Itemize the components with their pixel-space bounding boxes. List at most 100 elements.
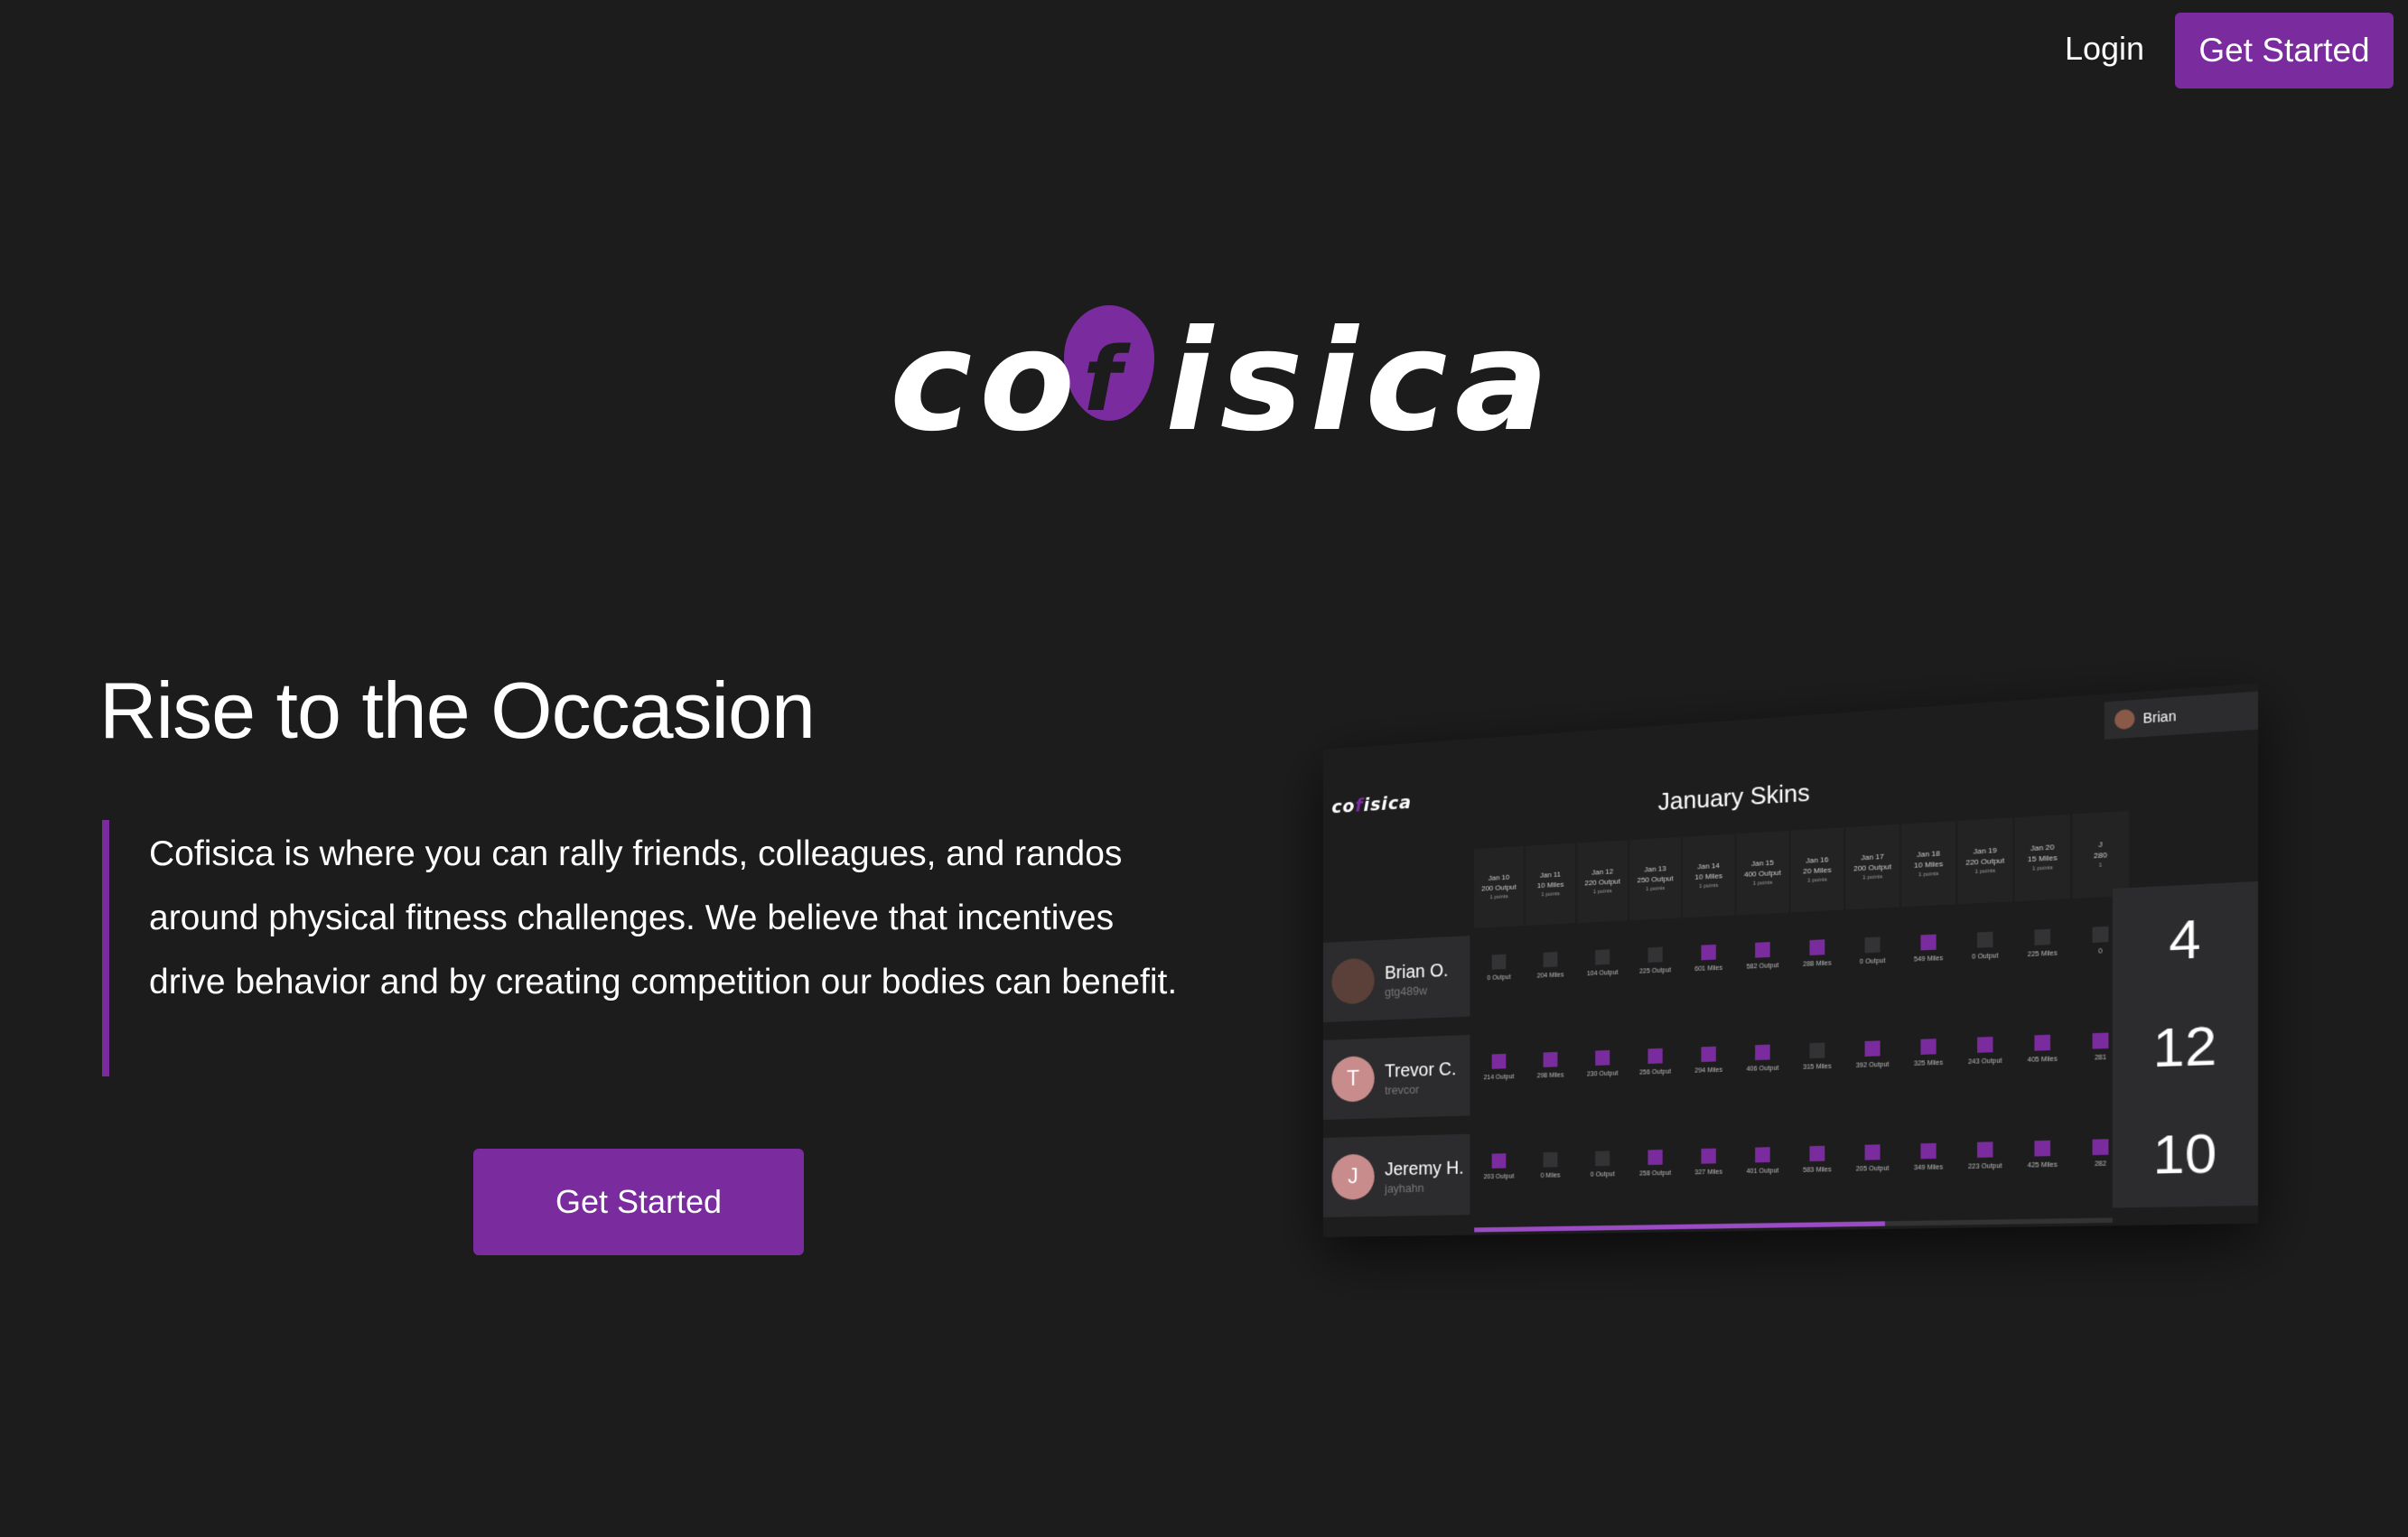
day-result-label: 288 Miles xyxy=(1803,960,1832,969)
preview-day-cell: 325 Miles xyxy=(1901,1038,1955,1067)
day-result-label: 401 Output xyxy=(1746,1168,1779,1176)
preview-day-cell: 601 Miles xyxy=(1683,944,1734,973)
preview-column-header: Jan 20 15 Miles 1 points xyxy=(2014,814,2071,902)
day-won-marker xyxy=(1755,1147,1770,1163)
preview-participant-cells: 203 Output 0 Miles 0 Output 258 Output 327 M… xyxy=(1474,1139,2129,1181)
day-won-marker xyxy=(1977,1141,1993,1158)
day-missed-marker xyxy=(2034,928,2051,945)
preview-column-header: Jan 11 10 Miles 1 points xyxy=(1525,843,1576,926)
day-result-label: 315 Miles xyxy=(1803,1063,1832,1071)
preview-day-cell: 225 Output xyxy=(1629,946,1681,976)
preview-user-avatar xyxy=(2114,708,2135,731)
avatar xyxy=(1331,957,1375,1005)
preview-participant-row: J Jeremy H. jayhahn 203 Output 0 Miles 0 Outp… xyxy=(1323,1097,2259,1217)
participant-score: 4 xyxy=(2112,880,2259,995)
login-link[interactable]: Login xyxy=(2037,25,2172,72)
day-missed-marker xyxy=(1543,1151,1558,1168)
day-result-label: 214 Output xyxy=(1483,1074,1515,1082)
preview-day-cell: 583 Miles xyxy=(1791,1145,1844,1174)
preview-participant: J Jeremy H. jayhahn xyxy=(1323,1133,1470,1217)
preview-day-cell: 104 Output xyxy=(1577,948,1628,977)
day-missed-marker xyxy=(1595,1150,1610,1167)
day-result-label: 327 Miles xyxy=(1694,1169,1723,1177)
day-result-label: 0 xyxy=(2098,948,2103,955)
day-result-label: 281 xyxy=(2094,1054,2107,1062)
day-result-label: 258 Output xyxy=(1639,1169,1672,1178)
day-won-marker xyxy=(1809,1145,1825,1162)
day-won-marker xyxy=(1864,1040,1881,1057)
avatar: J xyxy=(1331,1153,1375,1200)
preview-day-cell: 0 Output xyxy=(1577,1150,1628,1178)
day-result-label: 204 Miles xyxy=(1536,972,1564,980)
day-won-marker xyxy=(1920,934,1937,951)
day-result-label: 325 Miles xyxy=(1913,1059,1944,1068)
day-missed-marker xyxy=(2092,926,2109,943)
day-result-label: 205 Output xyxy=(1855,1165,1890,1173)
day-result-label: 405 Miles xyxy=(2027,1056,2058,1065)
preview-column-date: J xyxy=(2098,840,2103,850)
day-result-label: 392 Output xyxy=(1855,1061,1890,1070)
preview-day-cell: 204 Miles xyxy=(1526,951,1575,980)
participant-score: 10 xyxy=(2112,1097,2259,1208)
preview-challenge-title: January Skins xyxy=(1657,778,1810,816)
preview-logo-right: isica xyxy=(1363,790,1412,816)
day-result-label: 0 Output xyxy=(1590,1171,1615,1178)
preview-column-header: Jan 12 220 Output 1 points xyxy=(1577,840,1629,924)
day-result-label: 203 Output xyxy=(1483,1173,1515,1181)
participant-handle: trevcor xyxy=(1385,1082,1420,1097)
day-missed-marker xyxy=(1809,1042,1825,1059)
day-won-marker xyxy=(2034,1140,2051,1157)
preview-day-cell: 405 Miles xyxy=(2014,1034,2070,1064)
preview-column-header: Jan 19 220 Output 1 points xyxy=(1957,817,2013,905)
day-missed-marker xyxy=(1595,949,1610,965)
preview-participant-cells: 0 Output 204 Miles 104 Output 225 Output 601… xyxy=(1474,926,2129,983)
day-won-marker xyxy=(1701,1046,1716,1063)
participant-handle: gtg489w xyxy=(1385,983,1428,999)
day-won-marker xyxy=(2034,1034,2051,1051)
participant-score: 12 xyxy=(2112,989,2259,1102)
day-missed-marker xyxy=(1864,936,1881,954)
day-won-marker xyxy=(2092,1139,2109,1156)
preview-column-points: 1 points xyxy=(1974,868,1996,875)
logo-wordmark: co isica xyxy=(890,312,1556,452)
day-result-label: 243 Output xyxy=(1967,1057,2002,1067)
day-result-label: 601 Miles xyxy=(1694,964,1723,973)
day-won-marker xyxy=(1920,1039,1937,1055)
nav-get-started-button[interactable]: Get Started xyxy=(2175,13,2394,88)
hero-get-started-button[interactable]: Get Started xyxy=(473,1149,804,1255)
preview-day-cell: 298 Miles xyxy=(1526,1051,1575,1080)
preview-day-cell: 0 Output xyxy=(1845,936,1899,966)
preview-column-points: 1 points xyxy=(1862,873,1883,881)
participant-name: Jeremy H. xyxy=(1385,1157,1464,1180)
preview-day-cell: 0 Output xyxy=(1957,931,2012,962)
day-result-label: 0 Output xyxy=(1487,973,1511,983)
day-result-label: 406 Output xyxy=(1746,1065,1779,1073)
hero-description: Cofisica is where you can rally friends,… xyxy=(149,834,1178,1001)
preview-day-cell: 425 Miles xyxy=(2014,1140,2070,1169)
day-result-label: 425 Miles xyxy=(2027,1161,2058,1169)
preview-participant: Brian O. gtg489w xyxy=(1323,936,1470,1022)
preview-day-cell: 349 Miles xyxy=(1901,1142,1955,1171)
preview-day-cell: 549 Miles xyxy=(1901,934,1955,964)
day-missed-marker xyxy=(1647,946,1663,963)
day-won-marker xyxy=(1491,1153,1507,1169)
day-missed-marker xyxy=(1977,931,1993,948)
preview-day-cell: 327 Miles xyxy=(1683,1148,1734,1177)
preview-column-points: 1 points xyxy=(2031,864,2053,872)
day-won-marker xyxy=(2092,1032,2109,1049)
preview-day-cell: 582 Output xyxy=(1736,941,1788,971)
preview-day-cell: 230 Output xyxy=(1577,1049,1628,1078)
participant-handle: jayhahn xyxy=(1385,1180,1424,1196)
day-missed-marker xyxy=(1491,954,1507,970)
day-won-marker xyxy=(1701,1148,1716,1164)
day-result-label: 349 Miles xyxy=(1913,1164,1944,1172)
app-preview-screen: cofisica Brian January Skins Jan 10 200 O… xyxy=(1323,683,2259,1237)
preview-column-points: 1 points xyxy=(1541,890,1560,899)
preview-progress-track xyxy=(1474,1217,2113,1233)
preview-column-header: Jan 14 10 Miles 1 points xyxy=(1683,834,1735,918)
preview-column-points: 1 points xyxy=(1918,871,1939,879)
preview-user-chip: Brian xyxy=(2104,691,2259,740)
day-won-marker xyxy=(1647,1048,1663,1064)
brand-logo: co isica f xyxy=(890,303,1549,475)
day-result-label: 549 Miles xyxy=(1913,955,1944,964)
